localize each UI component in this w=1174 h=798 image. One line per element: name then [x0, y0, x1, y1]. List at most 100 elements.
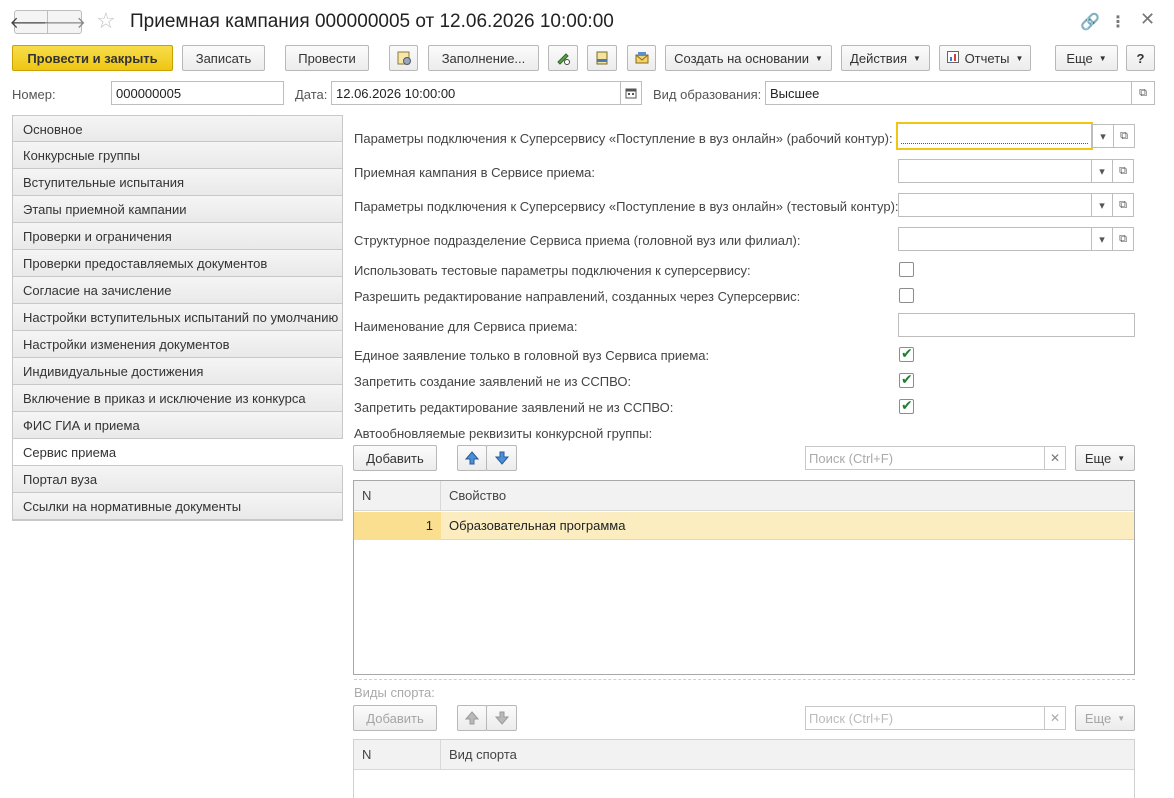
help-button[interactable]: ? — [1126, 45, 1155, 71]
sports-more-button[interactable]: Еще ▼ — [1075, 705, 1135, 731]
dropdown-arrow-icon: ▼ — [1015, 53, 1024, 63]
calendar-icon[interactable] — [620, 81, 642, 105]
auto-props-table: N Свойство 1 Образовательная программа — [353, 480, 1135, 675]
date-field[interactable]: 12.06.2026 10:00:00 — [331, 81, 621, 105]
campaign-field[interactable] — [898, 159, 1092, 183]
auto-props-more-button[interactable]: Еще ▼ — [1075, 445, 1135, 471]
post-button[interactable]: Провести — [285, 45, 369, 71]
post-and-close-button[interactable]: Провести и закрыть — [12, 45, 173, 71]
tab-main[interactable]: Основное — [12, 115, 343, 142]
mail-icon[interactable] — [627, 45, 656, 71]
division-field[interactable] — [898, 227, 1092, 251]
forward-arrow-icon[interactable]: 🡒 — [43, 10, 86, 34]
single-app-label: Единое заявление только в головной вуз С… — [354, 348, 710, 363]
dropdown-arrow-icon: ▼ — [1117, 713, 1126, 723]
forbid-edit-label: Запретить редактирование заявлений не из… — [354, 400, 674, 415]
print-document-icon[interactable] — [587, 45, 617, 71]
division-label: Структурное подразделение Сервиса приема… — [354, 233, 801, 248]
dropdown-arrow-icon[interactable]: ▾ — [1092, 124, 1114, 148]
move-up-icon[interactable] — [457, 705, 487, 731]
campaign-label: Приемная кампания в Сервисе приема: — [354, 165, 595, 180]
more-button[interactable]: Еще ▼ — [1055, 45, 1118, 71]
conn-work-field[interactable] — [896, 122, 1093, 150]
actions-button[interactable]: Действия ▼ — [841, 45, 930, 71]
column-header-sport[interactable]: Вид спорта — [441, 740, 1134, 770]
dropdown-arrow-icon[interactable]: ▾ — [1091, 159, 1113, 183]
edit-pen-icon[interactable] — [548, 45, 578, 71]
dropdown-arrow-icon[interactable]: ▾ — [1091, 193, 1113, 217]
tab-admission-service[interactable]: Сервис приема — [12, 439, 343, 466]
row-number-cell: 1 — [354, 512, 441, 540]
more-label: Еще — [1084, 450, 1112, 466]
close-icon[interactable]: ✕ — [1140, 9, 1155, 30]
save-button[interactable]: Записать — [182, 45, 265, 71]
auto-props-search-input[interactable]: Поиск (Ctrl+F) — [805, 446, 1045, 470]
field-underline — [901, 143, 1088, 144]
number-field[interactable]: 000000005 — [111, 81, 284, 105]
link-icon[interactable]: 🔗 — [1080, 12, 1100, 32]
single-app-checkbox[interactable] — [899, 345, 914, 362]
table-row[interactable]: 1 Образовательная программа — [354, 512, 1134, 540]
window-title: Приемная кампания 000000005 от 12.06.202… — [130, 11, 614, 32]
clear-search-icon[interactable]: ✕ — [1044, 706, 1066, 730]
move-down-icon[interactable] — [486, 705, 517, 731]
forbid-create-checkbox[interactable] — [899, 371, 914, 388]
open-icon[interactable]: ⧉ — [1112, 159, 1134, 183]
title-bar: 🡐 🡒 ☆ Приемная кампания 000000005 от 12.… — [0, 0, 1174, 44]
date-label: Дата: — [295, 87, 328, 102]
tab-campaign-stages[interactable]: Этапы приемной кампании — [12, 196, 343, 223]
auto-props-add-button[interactable]: Добавить — [353, 445, 437, 471]
dropdown-arrow-icon[interactable]: ▾ — [1091, 227, 1113, 251]
allow-edit-label: Разрешить редактирование направлений, со… — [354, 289, 801, 304]
property-cell: Образовательная программа — [449, 518, 626, 533]
reports-button[interactable]: Отчеты ▼ — [939, 45, 1031, 71]
open-icon[interactable]: ⧉ — [1113, 124, 1135, 148]
open-icon[interactable]: ⧉ — [1112, 227, 1134, 251]
create-based-on-label: Создать на основании — [674, 50, 809, 66]
report-chart-icon — [946, 50, 959, 66]
settings-document-icon[interactable] — [389, 45, 418, 71]
more-vertical-icon[interactable]: ⋮ — [1110, 12, 1126, 32]
more-label: Еще — [1066, 50, 1093, 66]
forbid-create-label: Запретить создание заявлений не из ССПВО… — [354, 374, 632, 389]
actions-label: Действия — [850, 50, 908, 66]
tab-enrollment-consent[interactable]: Согласие на зачисление — [12, 277, 343, 304]
forbid-edit-checkbox[interactable] — [899, 397, 914, 414]
service-name-field[interactable] — [898, 313, 1135, 337]
tab-competitive-groups[interactable]: Конкурсные группы — [12, 142, 343, 169]
conn-test-field[interactable] — [898, 193, 1092, 217]
favorite-star-icon[interactable]: ☆ — [96, 8, 116, 34]
tab-document-checks[interactable]: Проверки предоставляемых документов — [12, 250, 343, 277]
column-header-n[interactable]: N — [354, 481, 441, 511]
open-icon[interactable]: ⧉ — [1131, 81, 1155, 105]
tab-entrance-exams[interactable]: Вступительные испытания — [12, 169, 343, 196]
move-up-icon[interactable] — [457, 445, 487, 471]
clear-search-icon[interactable]: ✕ — [1044, 446, 1066, 470]
reports-label: Отчеты — [964, 50, 1010, 66]
tab-fis-gia[interactable]: ФИС ГИА и приема — [12, 412, 343, 439]
edu-type-field[interactable]: Высшее — [765, 81, 1132, 105]
tab-default-exam-settings[interactable]: Настройки вступительных испытаний по умо… — [12, 304, 343, 331]
sports-label: Виды спорта: — [354, 685, 435, 700]
tab-university-portal[interactable]: Портал вуза — [12, 466, 343, 493]
create-based-on-button[interactable]: Создать на основании ▼ — [665, 45, 832, 71]
open-icon[interactable]: ⧉ — [1112, 193, 1134, 217]
fill-button[interactable]: Заполнение... — [428, 45, 539, 71]
move-down-icon[interactable] — [486, 445, 517, 471]
dropdown-arrow-icon: ▼ — [913, 53, 921, 63]
tab-order-inclusion[interactable]: Включение в приказ и исключение из конку… — [12, 385, 343, 412]
column-header-n[interactable]: N — [354, 740, 441, 770]
use-test-label: Использовать тестовые параметры подключе… — [354, 263, 751, 278]
tab-regulatory-links[interactable]: Ссылки на нормативные документы — [12, 493, 343, 520]
tab-checks-limits[interactable]: Проверки и ограничения — [12, 223, 343, 250]
edu-type-label: Вид образования: — [653, 87, 762, 102]
column-header-property[interactable]: Свойство — [441, 481, 1134, 511]
sports-add-button[interactable]: Добавить — [353, 705, 437, 731]
allow-edit-checkbox[interactable] — [899, 288, 914, 303]
use-test-checkbox[interactable] — [899, 262, 914, 277]
sports-search-input[interactable]: Поиск (Ctrl+F) — [805, 706, 1045, 730]
service-name-label: Наименование для Сервиса приема: — [354, 319, 578, 334]
section-tabs: Основное Конкурсные группы Вступительные… — [12, 115, 343, 520]
tab-document-change-settings[interactable]: Настройки изменения документов — [12, 331, 343, 358]
tab-individual-achievements[interactable]: Индивидуальные достижения — [12, 358, 343, 385]
